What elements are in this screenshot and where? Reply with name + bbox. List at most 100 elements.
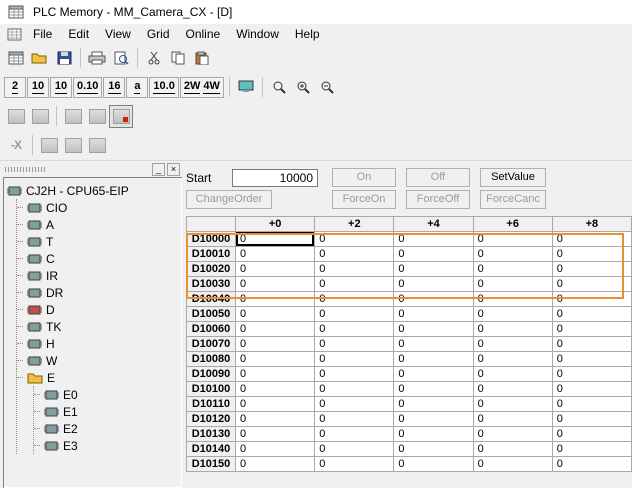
minimize-icon[interactable]: _ bbox=[152, 163, 165, 176]
row-label[interactable]: D10020 bbox=[187, 262, 236, 277]
row-label[interactable]: D10080 bbox=[187, 352, 236, 367]
memory-cell[interactable]: 0 bbox=[394, 307, 473, 322]
memory-cell[interactable]: 0 bbox=[236, 337, 315, 352]
close-icon[interactable]: × bbox=[167, 163, 180, 176]
menu-item[interactable]: Help bbox=[287, 25, 328, 44]
memory-cell[interactable]: 0 bbox=[473, 307, 552, 322]
memory-cell[interactable]: 0 bbox=[552, 292, 631, 307]
menu-item[interactable]: File bbox=[25, 25, 60, 44]
tree-area-item[interactable]: C bbox=[17, 250, 180, 267]
memory-cell[interactable]: 0 bbox=[473, 337, 552, 352]
start-address-input[interactable] bbox=[232, 169, 318, 187]
print-icon[interactable] bbox=[85, 47, 109, 70]
column-header[interactable]: +0 bbox=[236, 217, 315, 232]
menu-item[interactable]: Grid bbox=[139, 25, 178, 44]
memory-cell[interactable]: 0 bbox=[473, 322, 552, 337]
memory-cell[interactable]: 0 bbox=[236, 382, 315, 397]
memory-cell[interactable]: 0 bbox=[236, 292, 315, 307]
memory-cell[interactable]: 0 bbox=[394, 367, 473, 382]
zoom-in-icon[interactable] bbox=[291, 76, 315, 99]
memory-cell[interactable]: 0 bbox=[473, 232, 552, 247]
memory-cell[interactable]: 0 bbox=[394, 442, 473, 457]
memory-cell[interactable]: 0 bbox=[552, 367, 631, 382]
memory-cell[interactable]: 0 bbox=[552, 322, 631, 337]
memory-cell[interactable]: 0 bbox=[552, 442, 631, 457]
row-label[interactable]: D10130 bbox=[187, 427, 236, 442]
decimal-format-button[interactable]: 10 bbox=[27, 77, 49, 98]
tree-bank-item[interactable]: E0 bbox=[34, 386, 180, 403]
refresh-icon[interactable] bbox=[85, 134, 109, 157]
memory-cell[interactable]: 0 bbox=[473, 262, 552, 277]
open-icon[interactable] bbox=[28, 47, 52, 70]
tree-area-item[interactable]: TK bbox=[17, 318, 180, 335]
memory-cell[interactable]: 0 bbox=[315, 247, 394, 262]
document-icon[interactable] bbox=[5, 26, 23, 42]
force-cancel-button[interactable]: ForceCanc bbox=[480, 190, 546, 209]
tree-area-item[interactable]: DR bbox=[17, 284, 180, 301]
set-value-button[interactable]: SetValue bbox=[480, 168, 546, 187]
memory-cell[interactable]: 0 bbox=[394, 352, 473, 367]
row-label[interactable]: D10110 bbox=[187, 397, 236, 412]
row-label[interactable]: D10060 bbox=[187, 322, 236, 337]
column-header[interactable]: +8 bbox=[552, 217, 631, 232]
memory-cell[interactable]: 0 bbox=[236, 307, 315, 322]
word-size-button[interactable]: 2W4W bbox=[180, 77, 224, 98]
monitor-toggle-icon[interactable] bbox=[109, 105, 133, 128]
change-order-button[interactable]: ChangeOrder bbox=[186, 190, 272, 209]
copy-icon[interactable] bbox=[166, 47, 190, 70]
memory-cell[interactable]: 0 bbox=[315, 382, 394, 397]
tree-bank-item[interactable]: E2 bbox=[34, 420, 180, 437]
memory-cell[interactable]: 0 bbox=[236, 427, 315, 442]
memory-cell[interactable]: 0 bbox=[552, 397, 631, 412]
compare-memory-icon[interactable] bbox=[61, 105, 85, 128]
tree-area-item[interactable]: CIO bbox=[17, 199, 180, 216]
menu-item[interactable]: Online bbox=[178, 25, 229, 44]
menu-item[interactable]: Window bbox=[228, 25, 287, 44]
memory-cell[interactable]: 0 bbox=[473, 412, 552, 427]
bcd-format-button[interactable]: 0.10 bbox=[73, 77, 102, 98]
force-off-button[interactable]: ForceOff bbox=[406, 190, 470, 209]
memory-cell[interactable]: 0 bbox=[315, 457, 394, 472]
memory-cell[interactable]: 0 bbox=[473, 292, 552, 307]
drag-handle[interactable] bbox=[5, 167, 45, 172]
tree-area-item[interactable]: A bbox=[17, 216, 180, 233]
memory-cell[interactable]: 0 bbox=[315, 307, 394, 322]
new-icon[interactable] bbox=[4, 47, 28, 70]
row-label[interactable]: D10120 bbox=[187, 412, 236, 427]
memory-cell[interactable]: 0 bbox=[394, 427, 473, 442]
memory-cell[interactable]: 0 bbox=[315, 427, 394, 442]
force-status-icon[interactable] bbox=[37, 134, 61, 157]
float-format-button[interactable]: 10.0 bbox=[149, 77, 178, 98]
on-button[interactable]: On bbox=[332, 168, 396, 187]
memory-cell[interactable]: 0 bbox=[315, 367, 394, 382]
row-label[interactable]: D10040 bbox=[187, 292, 236, 307]
memory-cell[interactable]: 0 bbox=[315, 262, 394, 277]
off-button[interactable]: Off bbox=[406, 168, 470, 187]
memory-cell[interactable]: 0 bbox=[236, 367, 315, 382]
memory-cell[interactable]: 0 bbox=[552, 412, 631, 427]
tree-bank-item[interactable]: E3 bbox=[34, 437, 180, 454]
memory-cell[interactable]: 0 bbox=[394, 247, 473, 262]
memory-cell[interactable]: 0 bbox=[394, 262, 473, 277]
memory-cell[interactable]: 0 bbox=[394, 397, 473, 412]
tree-area-item[interactable]: IR bbox=[17, 267, 180, 284]
memory-cell[interactable]: 0 bbox=[552, 277, 631, 292]
column-header[interactable]: +6 bbox=[473, 217, 552, 232]
tree-area-item[interactable]: H bbox=[17, 335, 180, 352]
memory-cell[interactable]: 0 bbox=[552, 307, 631, 322]
memory-cell[interactable]: 0 bbox=[473, 397, 552, 412]
tree-folder-e[interactable]: E bbox=[17, 369, 180, 386]
row-label[interactable]: D10030 bbox=[187, 277, 236, 292]
memory-cell[interactable]: 0 bbox=[473, 382, 552, 397]
row-label[interactable]: D10100 bbox=[187, 382, 236, 397]
memory-cell[interactable]: 0 bbox=[236, 262, 315, 277]
row-label[interactable]: D10070 bbox=[187, 337, 236, 352]
memory-cell[interactable]: 0 bbox=[236, 277, 315, 292]
print-preview-icon[interactable] bbox=[109, 47, 133, 70]
text-format-button[interactable]: a bbox=[126, 77, 148, 98]
memory-cell[interactable]: 0 bbox=[236, 442, 315, 457]
address-view-icon[interactable] bbox=[61, 134, 85, 157]
memory-cell[interactable]: 0 bbox=[315, 442, 394, 457]
row-label[interactable]: D10150 bbox=[187, 457, 236, 472]
transfer-to-plc-icon[interactable] bbox=[4, 105, 28, 128]
